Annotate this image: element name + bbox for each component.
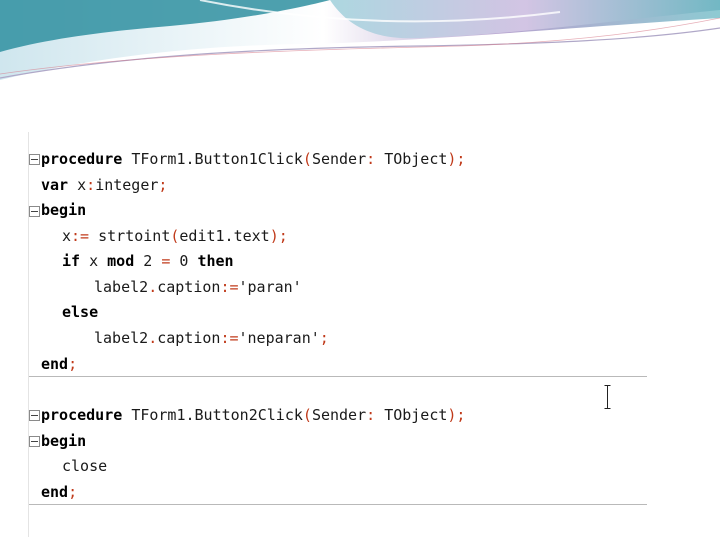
symbol: ;	[158, 176, 168, 194]
identifier: caption	[157, 278, 221, 296]
code-line: procedure TForm1.Button1Click(Sender: TO…	[41, 148, 465, 170]
keyword: mod	[107, 252, 135, 270]
identifier: label2	[94, 329, 149, 347]
code-line: else	[62, 301, 98, 323]
code-line: label2.caption:='paran'	[94, 276, 302, 298]
code-line: procedure TForm1.Button2Click(Sender: TO…	[41, 404, 465, 426]
symbol: =	[161, 252, 171, 270]
symbol: :	[366, 150, 376, 168]
identifier: label2	[94, 278, 149, 296]
decorative-header-swoosh	[0, 0, 720, 90]
keyword: begin	[41, 432, 87, 450]
symbol: :	[366, 406, 376, 424]
identifier: close	[62, 457, 108, 475]
identifier: TForm1.Button1Click	[131, 150, 303, 168]
number: 2	[143, 252, 153, 270]
symbol: ;	[319, 329, 329, 347]
symbol: );	[447, 406, 466, 424]
symbol: :	[86, 176, 96, 194]
block-separator	[29, 504, 647, 505]
identifier: Sender	[311, 150, 367, 168]
text-cursor-icon	[604, 385, 611, 409]
symbol: :=	[71, 227, 90, 245]
identifier: caption	[157, 329, 221, 347]
code-line: begin	[41, 430, 86, 452]
code-line: var x:integer;	[41, 174, 167, 196]
symbol: .	[148, 278, 158, 296]
keyword: var	[41, 176, 69, 194]
identifier: TForm1.Button2Click	[131, 406, 303, 424]
symbol: ;	[68, 483, 78, 501]
code-line: begin	[41, 199, 86, 221]
symbol: (	[302, 406, 312, 424]
identifier: x	[62, 227, 72, 245]
keyword: then	[197, 252, 234, 270]
symbol: :=	[220, 278, 239, 296]
collapse-toggle-icon[interactable]	[29, 410, 40, 421]
keyword: end	[41, 483, 69, 501]
keyword: end	[41, 355, 69, 373]
code-line: end;	[41, 353, 77, 375]
string-literal: 'neparan'	[238, 329, 320, 347]
identifier: edit1.text	[179, 227, 270, 245]
block-separator	[29, 376, 647, 377]
code-line: x:= strtoint(edit1.text);	[62, 225, 288, 247]
symbol: :=	[220, 329, 239, 347]
identifier: strtoint	[98, 227, 171, 245]
collapse-toggle-icon[interactable]	[29, 206, 40, 217]
identifier: x	[89, 252, 99, 270]
string-literal: 'paran'	[238, 278, 302, 296]
keyword: begin	[41, 201, 87, 219]
identifier: Sender	[311, 406, 367, 424]
code-line: if x mod 2 = 0 then	[62, 250, 234, 272]
code-line: close	[62, 455, 107, 477]
symbol: .	[148, 329, 158, 347]
keyword: procedure	[41, 406, 123, 424]
identifier: TObject	[384, 150, 448, 168]
collapse-toggle-icon[interactable]	[29, 154, 40, 165]
symbol: );	[269, 227, 288, 245]
keyword: if	[62, 252, 81, 270]
identifier: TObject	[384, 406, 448, 424]
code-line: label2.caption:='neparan';	[94, 327, 329, 349]
keyword: else	[62, 303, 99, 321]
keyword: procedure	[41, 150, 123, 168]
identifier: integer	[95, 176, 159, 194]
collapse-toggle-icon[interactable]	[29, 436, 40, 447]
symbol: (	[302, 150, 312, 168]
symbol: );	[447, 150, 466, 168]
identifier: x	[77, 176, 87, 194]
symbol: ;	[68, 355, 78, 373]
number: 0	[179, 252, 189, 270]
code-line: end;	[41, 481, 77, 503]
code-editor[interactable]: procedure TForm1.Button1Click(Sender: TO…	[28, 132, 647, 537]
